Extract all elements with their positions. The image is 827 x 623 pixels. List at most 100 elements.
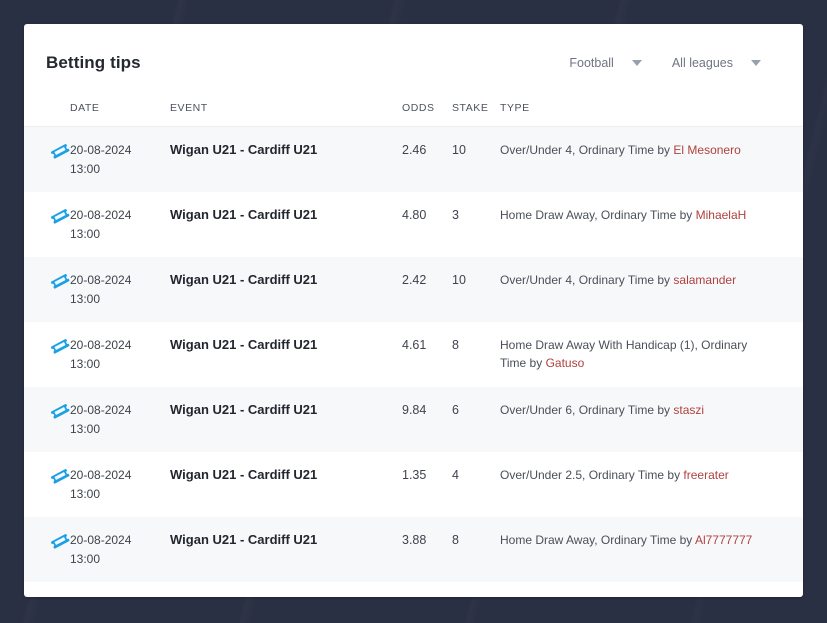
- table-row[interactable]: 20-08-2024 13:00 Wigan U21 - Cardiff U21 4.…: [24, 192, 803, 257]
- row-user-link[interactable]: staszi: [673, 403, 704, 417]
- betting-tips-card: Betting tips Football All leagues DATE E…: [24, 24, 803, 597]
- header-controls: Football All leagues: [569, 56, 781, 70]
- row-user-link[interactable]: El Mesonero: [673, 143, 740, 157]
- row-stake-cell: 10: [452, 143, 466, 157]
- table-row[interactable]: 20-08-2024 13:00 Wigan U21 - Cardiff U21 2.…: [24, 257, 803, 322]
- table-row[interactable]: 20-08-2024 13:00 Wigan U21 - Cardiff U21 3.…: [24, 517, 803, 582]
- row-type-cell: Home Draw Away, Ordinary Time by Al77777…: [500, 517, 803, 582]
- row-type-text: Over/Under 6, Ordinary Time by: [500, 403, 674, 417]
- sport-filter-dropdown[interactable]: Football: [569, 56, 642, 70]
- row-odds-cell: 2.46: [402, 143, 427, 157]
- league-filter-label: All leagues: [671, 56, 733, 70]
- row-icon-cell: [24, 192, 70, 257]
- row-event-cell[interactable]: Wigan U21 - Cardiff U21: [170, 322, 402, 387]
- row-time: 13:00: [70, 422, 101, 436]
- column-header-date: DATE: [70, 102, 170, 127]
- ticket-icon: [50, 469, 70, 484]
- row-type-text: Over/Under 4, Ordinary Time by: [500, 273, 674, 287]
- column-header-type: TYPE: [500, 102, 803, 127]
- row-stake-cell: 8: [452, 338, 459, 352]
- row-time: 13:00: [70, 162, 101, 176]
- ticket-icon: [50, 144, 70, 159]
- row-event-cell[interactable]: Wigan U21 - Cardiff U21: [170, 257, 402, 322]
- table-row[interactable]: 20-08-2024 13:00 Wigan U21 - Cardiff U21 4.…: [24, 322, 803, 387]
- row-time: 13:00: [70, 227, 101, 241]
- row-date: 20-08-2024: [70, 208, 132, 222]
- betting-tips-table: DATE EVENT ODDS STAKE TYPE 20-08-2024 13:…: [24, 102, 803, 582]
- ticket-icon: [50, 274, 70, 289]
- column-header-icon: [24, 102, 70, 127]
- row-type-cell: Over/Under 2.5, Ordinary Time by freerat…: [500, 452, 803, 517]
- row-event-cell[interactable]: Wigan U21 - Cardiff U21: [170, 517, 402, 582]
- column-header-stake: STAKE: [452, 102, 500, 127]
- row-event-cell[interactable]: Wigan U21 - Cardiff U21: [170, 387, 402, 452]
- table-body: 20-08-2024 13:00 Wigan U21 - Cardiff U21 2.…: [24, 126, 803, 582]
- row-icon-cell: [24, 322, 70, 387]
- row-event-cell[interactable]: Wigan U21 - Cardiff U21: [170, 192, 402, 257]
- row-time: 13:00: [70, 487, 101, 501]
- row-event-cell[interactable]: Wigan U21 - Cardiff U21: [170, 127, 402, 193]
- row-type-cell: Home Draw Away, Ordinary Time by Mihaela…: [500, 192, 803, 257]
- row-odds-cell: 3.88: [402, 533, 427, 547]
- row-date: 20-08-2024: [70, 533, 132, 547]
- row-icon-cell: [24, 517, 70, 582]
- row-type-cell: Over/Under 6, Ordinary Time by staszi: [500, 387, 803, 452]
- row-date: 20-08-2024: [70, 468, 132, 482]
- row-type-cell: Over/Under 4, Ordinary Time by El Mesone…: [500, 127, 803, 193]
- row-date-cell: 20-08-2024 13:00: [70, 192, 170, 257]
- row-user-link[interactable]: salamander: [673, 273, 736, 287]
- row-user-link[interactable]: freerater: [683, 468, 728, 482]
- row-time: 13:00: [70, 292, 101, 306]
- row-user-link[interactable]: MihaelaH: [696, 208, 747, 222]
- row-date: 20-08-2024: [70, 273, 132, 287]
- page-title: Betting tips: [46, 53, 141, 72]
- table-row[interactable]: 20-08-2024 13:00 Wigan U21 - Cardiff U21 9.…: [24, 387, 803, 452]
- row-icon-cell: [24, 452, 70, 517]
- row-user-link[interactable]: Gatuso: [546, 356, 585, 370]
- sport-filter-label: Football: [569, 56, 614, 70]
- row-type-cell: Over/Under 4, Ordinary Time by salamande…: [500, 257, 803, 322]
- row-stake-cell: 8: [452, 533, 459, 547]
- card-header: Betting tips Football All leagues: [24, 24, 803, 102]
- card-footer: Show all betting tips: [24, 582, 803, 597]
- row-icon-cell: [24, 387, 70, 452]
- row-event-cell[interactable]: Wigan U21 - Cardiff U21: [170, 452, 402, 517]
- row-type-text: Over/Under 4, Ordinary Time by: [500, 143, 674, 157]
- row-icon-cell: [24, 127, 70, 193]
- row-date-cell: 20-08-2024 13:00: [70, 257, 170, 322]
- row-date-cell: 20-08-2024 13:00: [70, 127, 170, 193]
- row-odds-cell: 9.84: [402, 403, 427, 417]
- row-time: 13:00: [70, 357, 101, 371]
- row-date: 20-08-2024: [70, 143, 132, 157]
- row-odds-cell: 4.61: [402, 338, 427, 352]
- row-date-cell: 20-08-2024 13:00: [70, 387, 170, 452]
- row-odds-cell: 2.42: [402, 273, 427, 287]
- row-date: 20-08-2024: [70, 338, 132, 352]
- row-stake-cell: 6: [452, 403, 459, 417]
- row-type-cell: Home Draw Away With Handicap (1), Ordina…: [500, 322, 803, 387]
- table-header: DATE EVENT ODDS STAKE TYPE: [24, 102, 803, 127]
- column-header-odds: ODDS: [402, 102, 452, 127]
- ticket-icon: [50, 339, 70, 354]
- row-type-text: Home Draw Away With Handicap (1), Ordina…: [500, 338, 748, 370]
- chevron-down-icon: [751, 60, 761, 66]
- league-filter-dropdown[interactable]: All leagues: [672, 56, 761, 70]
- chevron-down-icon: [631, 60, 642, 66]
- row-odds-cell: 1.35: [402, 468, 427, 482]
- row-type-text: Home Draw Away, Ordinary Time by: [500, 208, 696, 222]
- row-user-link[interactable]: Al7777777: [695, 533, 752, 547]
- table-header-row: DATE EVENT ODDS STAKE TYPE: [24, 102, 803, 127]
- ticket-icon: [50, 534, 70, 549]
- row-date-cell: 20-08-2024 13:00: [70, 452, 170, 517]
- row-date: 20-08-2024: [70, 403, 132, 417]
- table-row[interactable]: 20-08-2024 13:00 Wigan U21 - Cardiff U21 2.…: [24, 126, 803, 193]
- table-row[interactable]: 20-08-2024 13:00 Wigan U21 - Cardiff U21 1.…: [24, 452, 803, 517]
- row-date-cell: 20-08-2024 13:00: [70, 322, 170, 387]
- row-stake-cell: 4: [452, 468, 459, 482]
- ticket-icon: [50, 404, 70, 419]
- row-type-text: Over/Under 2.5, Ordinary Time by: [500, 468, 684, 482]
- row-date-cell: 20-08-2024 13:00: [70, 517, 170, 582]
- row-stake-cell: 3: [452, 208, 459, 222]
- row-icon-cell: [24, 257, 70, 322]
- column-header-event: EVENT: [170, 102, 402, 127]
